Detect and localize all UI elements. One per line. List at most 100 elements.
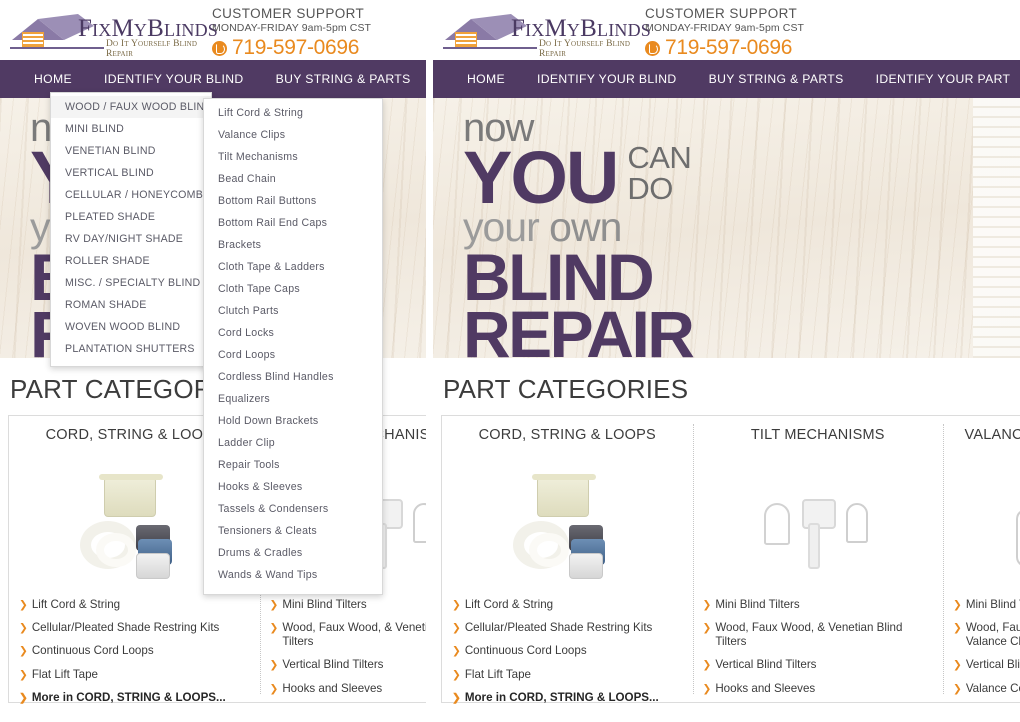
submenu-item-hooks-sleeves[interactable]: Hooks & Sleeves xyxy=(204,476,382,498)
category-link[interactable]: Mini Blind Tilters xyxy=(715,598,799,612)
category-link[interactable]: Continuous Cord Loops xyxy=(32,644,154,658)
submenu-item-lift-cord-string[interactable]: Lift Cord & String xyxy=(204,102,382,124)
category-image xyxy=(953,468,1020,588)
phone-icon xyxy=(645,40,660,56)
submenu-item-valance-clips[interactable]: Valance Clips xyxy=(204,124,382,146)
chevron-right-icon: ❯ xyxy=(702,599,712,611)
submenu-item-hold-down-brackets[interactable]: Hold Down Brackets xyxy=(204,410,382,432)
chevron-right-icon: ❯ xyxy=(452,622,461,635)
part-categories-heading: PART CATEGORIES xyxy=(443,374,689,404)
list-item: ❯ Vertical Blind Tilters xyxy=(703,658,934,672)
chevron-right-icon: ❯ xyxy=(19,622,28,635)
category-link[interactable]: Wood, Faux Wood, & Venetian Blind Valanc… xyxy=(966,621,1020,649)
category-link[interactable]: Hooks and Sleeves xyxy=(715,682,815,696)
dropdown-item-wood-faux-wood-blind[interactable]: WOOD / FAUX WOOD BLIND xyxy=(51,96,212,118)
chevron-right-icon: ❯ xyxy=(269,622,279,635)
category-link[interactable]: Wood, Faux Wood, & Venetian Blind Tilter… xyxy=(282,621,426,649)
list-item: ❯ Valance Corners xyxy=(953,682,1020,696)
phone-icon xyxy=(212,40,227,56)
submenu-item-cloth-tape-caps[interactable]: Cloth Tape Caps xyxy=(204,278,382,300)
dropdown-item-pleated-shade[interactable]: PLEATED SHADE xyxy=(51,206,211,228)
category-link[interactable]: Vertical Blind Tilters xyxy=(715,658,816,672)
dropdown-item-woven-wood-blind[interactable]: WOVEN WOOD BLIND xyxy=(51,316,211,338)
category-link[interactable]: Valance Corners xyxy=(966,682,1020,696)
site-logo[interactable]: FixMyBlinds Do It Yourself Blind Repair xyxy=(441,6,651,59)
dropdown-blind-parts-submenu[interactable]: Lift Cord & String Valance Clips Tilt Me… xyxy=(203,98,383,595)
category-link[interactable]: Lift Cord & String xyxy=(465,598,553,612)
submenu-item-tilt-mechanisms[interactable]: Tilt Mechanisms xyxy=(204,146,382,168)
list-item: ❯ Mini Blind Valance Clips xyxy=(953,598,1020,612)
list-item: ❯ Flat Lift Tape xyxy=(452,668,683,682)
submenu-item-bead-chain[interactable]: Bead Chain xyxy=(204,168,382,190)
submenu-item-bottom-rail-buttons[interactable]: Bottom Rail Buttons xyxy=(204,190,382,212)
category-link[interactable]: Hooks and Sleeves xyxy=(282,682,382,696)
phone-number: 719-597-0696 xyxy=(232,36,360,59)
category-link[interactable]: Continuous Cord Loops xyxy=(465,644,587,658)
dropdown-item-roller-shade[interactable]: ROLLER SHADE xyxy=(51,250,211,272)
submenu-item-drums-cradles[interactable]: Drums & Cradles xyxy=(204,542,382,564)
category-link[interactable]: Cellular/Pleated Shade Restring Kits xyxy=(32,621,220,635)
category-link[interactable]: Lift Cord & String xyxy=(32,598,120,612)
submenu-item-cord-loops[interactable]: Cord Loops xyxy=(204,344,382,366)
category-more-link[interactable]: More in CORD, STRING & LOOPS... xyxy=(465,691,659,705)
customer-support-phone[interactable]: 719-597-0696 xyxy=(212,36,426,60)
category-card-valance-clips-corners[interactable]: VALANCE CLIPS & CORNERS ❯ Mini Blind Vala… xyxy=(943,416,1020,702)
nav-item-identify-part[interactable]: IDENTIFY YOUR PART xyxy=(860,60,1020,98)
submenu-item-bottom-rail-end-caps[interactable]: Bottom Rail End Caps xyxy=(204,212,382,234)
category-card-tilt-mechanisms[interactable]: TILT MECHANISMS ❯Mini Blind Tilters ❯Woo… xyxy=(692,416,944,702)
list-item: ❯ Hooks and Sleeves xyxy=(703,682,934,696)
category-link[interactable]: Flat Lift Tape xyxy=(465,668,531,682)
submenu-item-equalizers[interactable]: Equalizers xyxy=(204,388,382,410)
chevron-right-icon: ❯ xyxy=(953,622,962,635)
nav-item-home[interactable]: HOME xyxy=(451,60,521,98)
submenu-item-clutch-parts[interactable]: Clutch Parts xyxy=(204,300,382,322)
category-more-link[interactable]: More in CORD, STRING & LOOPS... xyxy=(32,691,226,705)
category-link[interactable]: Cellular/Pleated Shade Restring Kits xyxy=(465,621,653,635)
customer-support-block: CUSTOMER SUPPORT MONDAY-FRIDAY 9am-5pm C… xyxy=(212,6,426,60)
dropdown-item-venetian-blind[interactable]: VENETIAN BLIND xyxy=(51,140,211,162)
submenu-item-repair-tools[interactable]: Repair Tools xyxy=(204,454,382,476)
main-navigation: HOME IDENTIFY YOUR BLIND BUY STRING & PA… xyxy=(433,60,1020,98)
dropdown-item-mini-blind[interactable]: MINI BLIND xyxy=(51,118,211,140)
submenu-item-ladder-clip[interactable]: Ladder Clip xyxy=(204,432,382,454)
submenu-item-brackets[interactable]: Brackets xyxy=(204,234,382,256)
customer-support-phone[interactable]: 719-597-0696 xyxy=(645,36,865,60)
dropdown-item-vertical-blind[interactable]: VERTICAL BLIND xyxy=(51,162,211,184)
chevron-right-icon: ❯ xyxy=(953,599,962,611)
category-link[interactable]: Flat Lift Tape xyxy=(32,668,98,682)
logo-tagline: Do It Yourself Blind Repair xyxy=(106,39,198,59)
dropdown-item-misc-specialty-blind[interactable]: MISC. / SPECIALTY BLIND xyxy=(51,272,211,294)
submenu-item-tassels-condensers[interactable]: Tassels & Condensers xyxy=(204,498,382,520)
submenu-item-cord-locks[interactable]: Cord Locks xyxy=(204,322,382,344)
nav-item-identify-blind[interactable]: IDENTIFY YOUR BLIND xyxy=(521,60,693,98)
site-logo[interactable]: FixMyBlinds Do It Yourself Blind Repair xyxy=(8,6,218,59)
chevron-right-icon: ❯ xyxy=(702,659,712,672)
category-title: VALANCE CLIPS & CORNERS xyxy=(964,427,1020,443)
category-link[interactable]: Vertical Blind Valance Clips xyxy=(966,658,1020,672)
chevron-right-icon: ❯ xyxy=(19,691,28,704)
list-item: ❯ Hooks and Sleeves xyxy=(270,682,427,696)
dropdown-item-cellular-honeycomb-shade[interactable]: CELLULAR / HONEYCOMB SHADE xyxy=(51,184,244,206)
submenu-item-wands-wand-tips[interactable]: Wands & Wand Tips xyxy=(204,564,382,586)
customer-support-block: CUSTOMER SUPPORT MONDAY-FRIDAY 9am-5pm C… xyxy=(645,6,865,60)
category-links: ❯ Mini Blind Valance Clips ❯ Wood, Faux Wo… xyxy=(953,598,1020,696)
nav-item-buy-string-parts[interactable]: BUY STRING & PARTS xyxy=(260,60,426,98)
category-links: ❯ Lift Cord & String ❯ Cellular/Pleated Sh… xyxy=(452,598,683,705)
category-link[interactable]: Mini Blind Valance Clips xyxy=(966,598,1020,612)
dropdown-item-plantation-shutters[interactable]: PLANTATION SHUTTERS xyxy=(51,338,211,360)
chevron-right-icon: ❯ xyxy=(269,682,279,695)
category-card-cord-string-loops[interactable]: CORD, STRING & LOOPS ❯ Lift Cord & String… xyxy=(442,416,693,705)
dropdown-item-roman-shade[interactable]: ROMAN SHADE xyxy=(51,294,211,316)
submenu-item-cloth-tape-ladders[interactable]: Cloth Tape & Ladders xyxy=(204,256,382,278)
nav-item-buy-string-parts[interactable]: BUY STRING & PARTS xyxy=(692,60,860,98)
dropdown-identify-your-blind[interactable]: WOOD / FAUX WOOD BLIND MINI BLIND VENETI… xyxy=(50,92,244,367)
chevron-right-icon: ❯ xyxy=(19,645,28,658)
submenu-item-tensioners-cleats[interactable]: Tensioners & Cleats xyxy=(204,520,382,542)
submenu-item-cordless-blind-handles[interactable]: Cordless Blind Handles xyxy=(204,366,382,388)
category-links: ❯ Mini Blind Tilters ❯ Wood, Faux Wood, & … xyxy=(703,598,934,696)
category-link[interactable]: Mini Blind Tilters xyxy=(282,598,366,612)
category-link[interactable]: Wood, Faux Wood, & Venetian Blind Tilter… xyxy=(715,621,933,649)
category-link[interactable]: Vertical Blind Tilters xyxy=(282,658,383,672)
dropdown-item-rv-day-night-shade[interactable]: RV DAY/NIGHT SHADE xyxy=(51,228,211,250)
chevron-right-icon: ❯ xyxy=(269,599,279,611)
